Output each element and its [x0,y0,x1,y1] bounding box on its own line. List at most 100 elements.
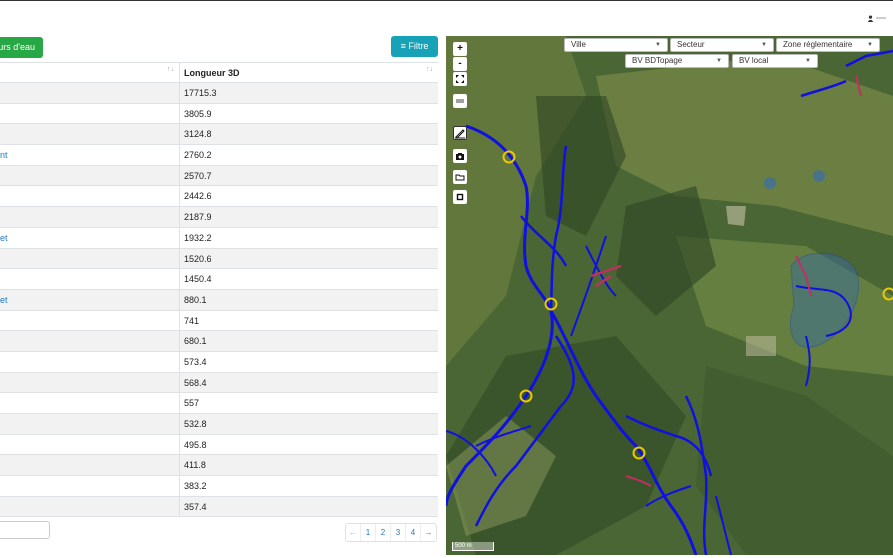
length-3d-cell: 495.8 [184,439,207,450]
length-3d-cell: 573.4 [184,356,207,367]
watercourse-name-cell[interactable] [0,331,180,351]
pagination-page-3[interactable]: 3 [391,524,406,541]
watercourse-name-cell[interactable] [0,83,180,103]
watercourse-name-cell[interactable]: nt [0,145,180,165]
table-row[interactable]: nt 2760.2 [0,145,438,166]
watercourse-name-cell[interactable] [0,165,180,186]
stop-button[interactable] [453,190,467,204]
watercourse-table: ↑↓ Longueur 3D ↑↓ 17715.3 3805.9 3124.8 nt 2… [0,62,438,518]
table-row[interactable]: 557 [0,393,438,414]
user-icon [867,14,874,22]
chevron-down-icon: ▼ [867,42,873,48]
open-file-button[interactable] [453,170,467,184]
table-row[interactable]: 383.2 [0,476,438,497]
add-watercourse-button[interactable]: urs d'eau [0,37,43,58]
watercourse-name-cell[interactable]: et [0,227,180,248]
table-row[interactable]: 2442.6 [0,186,438,208]
table-row[interactable]: 2570.7 [0,165,438,187]
table-row[interactable]: et 880.1 [0,289,438,311]
page-size-input[interactable] [0,521,50,539]
length-3d-cell: 2442.6 [184,191,212,202]
sector-select[interactable]: Secteur ▼ [670,38,774,52]
length-3d-cell: 2570.7 [184,170,212,181]
pencil-icon [455,129,465,139]
sector-select-value: Secteur [677,40,705,49]
watercourse-name-cell[interactable] [0,372,180,393]
watercourse-name-cell[interactable] [0,351,180,372]
length-3d-cell: 568.4 [184,377,207,388]
table-row[interactable]: 573.4 [0,351,438,373]
watercourse-name-cell[interactable] [0,455,180,476]
bv-local-select[interactable]: BV local ▼ [732,54,818,68]
satellite-imagery [446,36,893,555]
watercourse-name-cell[interactable] [0,393,180,413]
watercourse-name-cell[interactable] [0,186,180,207]
watercourse-name-cell[interactable] [0,269,180,289]
watercourse-name-cell[interactable] [0,248,180,269]
table-row[interactable]: 17715.3 [0,83,438,104]
length-3d-cell: 411.8 [184,460,206,471]
folder-icon [455,174,465,181]
table-row[interactable]: 1520.6 [0,248,438,270]
watercourse-name-cell[interactable] [0,103,180,124]
length-3d-cell: 557 [184,398,200,409]
pagination-page-2[interactable]: 2 [376,524,391,541]
watercourse-name-cell[interactable] [0,207,180,227]
square-icon [456,193,464,201]
table-row[interactable]: 741 [0,310,438,332]
watercourse-name-cell[interactable] [0,476,180,496]
chevron-down-icon: ▼ [716,58,722,64]
regulatory-zone-select[interactable]: Zone réglementaire ▼ [776,38,880,52]
length-3d-cell: 3124.8 [184,129,212,140]
length-3d-cell: 880.1 [184,294,207,305]
column-header-name[interactable]: ↑↓ [0,63,180,82]
table-row[interactable]: 3805.9 [0,103,438,125]
city-select[interactable]: Ville ▼ [564,38,668,52]
table-row[interactable]: 411.8 [0,455,438,477]
user-menu[interactable] [867,13,887,23]
chevron-down-icon: ▼ [761,42,767,48]
watercourse-name-cell[interactable] [0,310,180,331]
layers-button[interactable] [453,94,467,108]
zoom-in-button[interactable]: + [453,42,467,56]
column-header-length[interactable]: Longueur 3D ↑↓ [180,63,438,82]
table-row[interactable]: 680.1 [0,331,438,352]
screenshot-button[interactable] [453,149,467,163]
watercourse-name-cell[interactable] [0,414,180,434]
bv-local-select-value: BV local [739,56,769,65]
draw-button[interactable] [453,126,467,140]
top-navbar [0,0,893,36]
watercourse-name-cell[interactable] [0,434,180,455]
bv-bdtopage-select[interactable]: BV BDTopage ▼ [625,54,729,68]
table-row[interactable]: et 1932.2 [0,227,438,249]
zoom-out-button[interactable]: - [453,57,467,71]
map-view[interactable]: + - Ville ▼ Secteur ▼ Zone réglementaire… [446,36,893,555]
user-name-placeholder [876,17,886,19]
sort-icon[interactable]: ↑↓ [426,64,433,76]
bv-bdtopage-select-value: BV BDTopage [632,56,683,65]
table-row[interactable]: 568.4 [0,372,438,394]
watercourse-name-cell[interactable]: et [0,289,180,310]
pagination-prev-button[interactable]: ← [346,524,361,541]
table-row[interactable]: 1450.4 [0,269,438,290]
pagination-page-4[interactable]: 4 [406,524,421,541]
watercourse-name-cell[interactable] [0,496,180,517]
length-3d-cell: 680.1 [184,336,207,347]
watercourse-name-cell[interactable] [0,124,180,145]
table-row[interactable]: 2187.9 [0,207,438,228]
pagination: ← 1 2 3 4 → [345,523,437,542]
length-3d-cell: 1450.4 [184,274,212,285]
pagination-next-button[interactable]: → [421,524,436,541]
table-row[interactable]: 357.4 [0,496,438,518]
length-3d-cell: 2760.2 [184,150,212,161]
table-row[interactable]: 532.8 [0,414,438,435]
table-row[interactable]: 495.8 [0,434,438,456]
filter-button[interactable]: ≡ Filtre [391,36,438,57]
table-row[interactable]: 3124.8 [0,124,438,146]
pagination-page-1[interactable]: 1 [361,524,376,541]
sort-icon[interactable]: ↑↓ [167,64,174,76]
fullscreen-button[interactable] [453,72,467,86]
layers-icon [456,99,464,103]
length-3d-cell: 532.8 [184,419,207,429]
regulatory-zone-select-value: Zone réglementaire [783,40,853,49]
